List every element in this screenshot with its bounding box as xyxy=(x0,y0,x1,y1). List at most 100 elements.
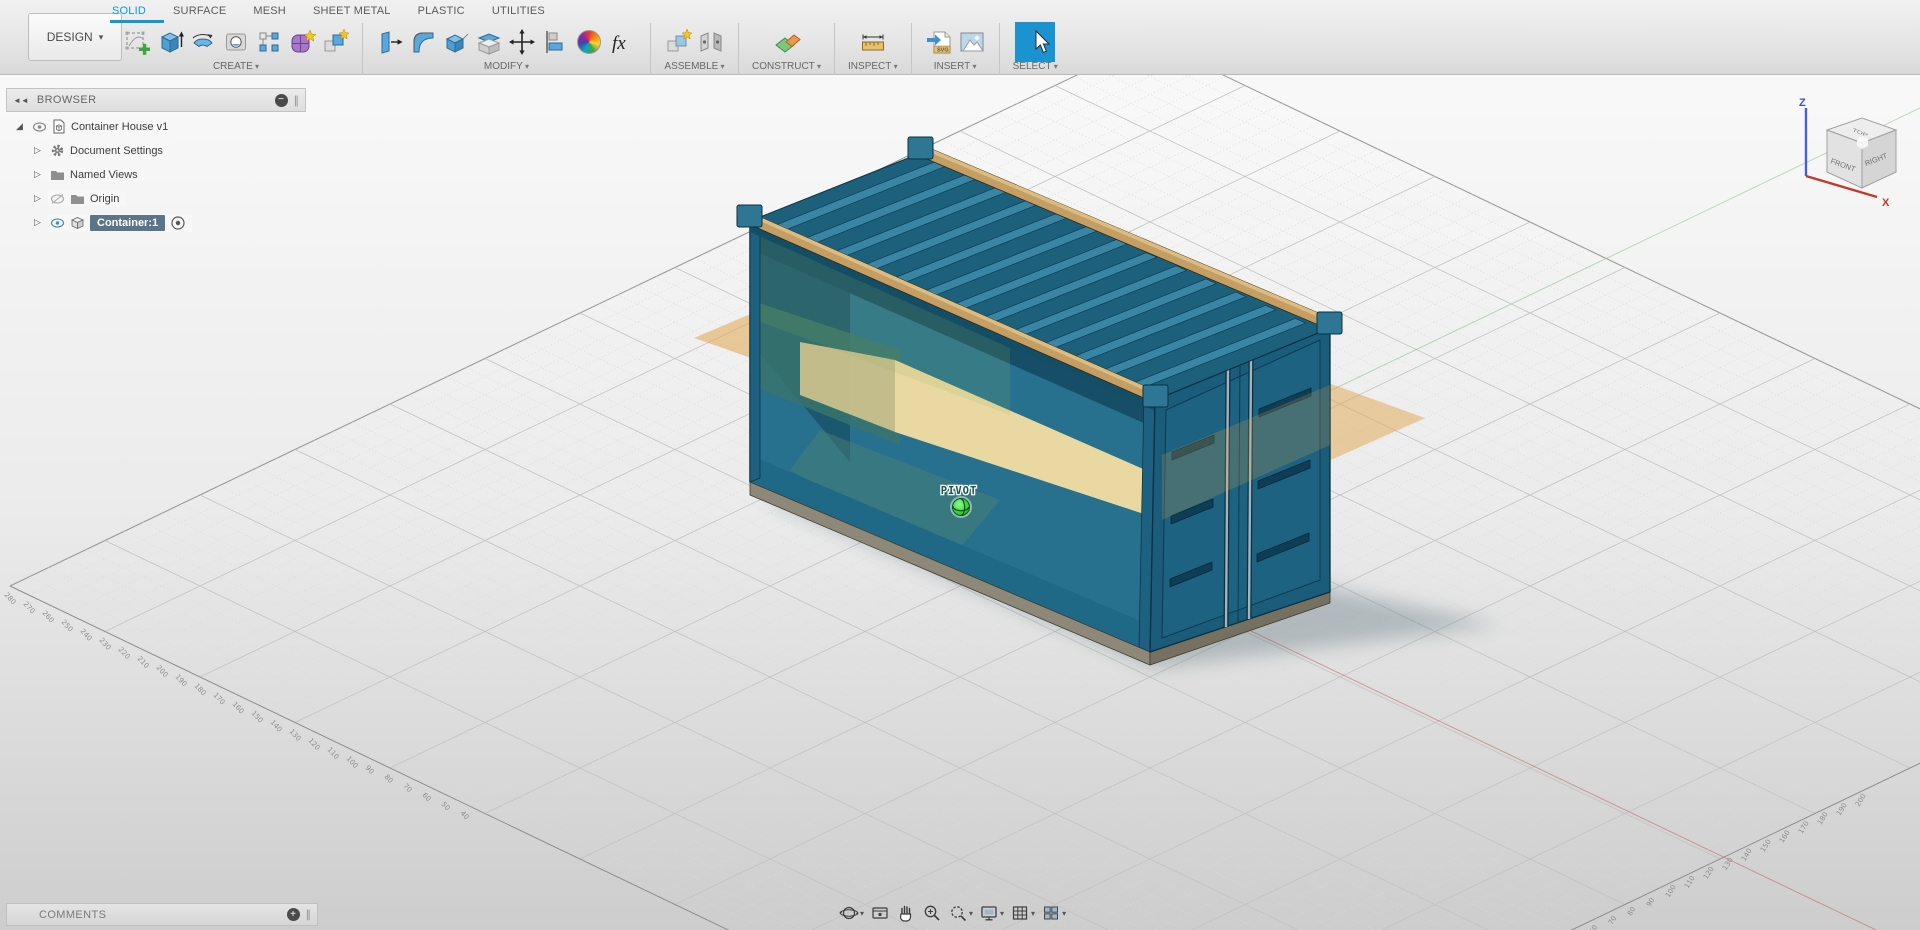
press-pull-icon[interactable] xyxy=(376,28,404,56)
create-sketch-icon[interactable] xyxy=(123,28,151,56)
viewports-button[interactable]: ▾ xyxy=(1040,902,1067,924)
chamfer-icon[interactable] xyxy=(442,28,470,56)
expand-arrow-icon[interactable]: ▷ xyxy=(34,193,48,204)
dropdown-caret-icon[interactable]: ▾ xyxy=(1000,909,1004,918)
insert-svg-icon[interactable]: SVG xyxy=(925,28,953,56)
group-label-construct[interactable]: CONSTRUCT xyxy=(752,61,821,72)
comments-panel[interactable]: COMMENTS + ∥ xyxy=(6,903,318,926)
measure-icon[interactable] xyxy=(859,28,887,56)
tree-item-label[interactable]: Container House v1 xyxy=(71,121,168,133)
window-zoom-button[interactable]: ▾ xyxy=(947,902,974,924)
tree-item-root[interactable]: ◢ Container House v1 xyxy=(6,116,306,137)
tab-mesh[interactable]: MESH xyxy=(253,5,286,17)
tree-item-label[interactable]: Named Views xyxy=(70,169,138,181)
grid-settings-button[interactable]: ▾ xyxy=(1009,902,1036,924)
dropdown-caret-icon[interactable]: ▾ xyxy=(1031,909,1035,918)
group-label-select[interactable]: SELECT xyxy=(1013,61,1058,72)
group-select: SELECT xyxy=(1000,21,1071,72)
panel-drag-handle[interactable]: ∥ xyxy=(306,908,312,921)
new-component-icon[interactable] xyxy=(664,27,692,56)
top-toolbar: DESIGN SOLID SURFACE MESH SHEET METAL PL… xyxy=(0,0,1920,75)
display-settings-icon xyxy=(981,906,997,921)
tab-utilities[interactable]: UTILITIES xyxy=(492,5,545,17)
tab-surface[interactable]: SURFACE xyxy=(173,5,226,17)
appearance-icon[interactable] xyxy=(577,29,601,54)
joint-icon[interactable] xyxy=(697,28,725,56)
expand-arrow-icon[interactable]: ◢ xyxy=(16,121,30,132)
fillet-icon[interactable] xyxy=(409,28,437,56)
canvas-icon[interactable] xyxy=(958,28,986,56)
tab-plastic[interactable]: PLASTIC xyxy=(418,5,465,17)
construction-plane-icon[interactable] xyxy=(773,28,801,56)
pan-hand-icon xyxy=(899,905,912,922)
revolve-icon[interactable] xyxy=(189,28,217,56)
browser-header[interactable]: ◄◄ BROWSER − ∥ xyxy=(6,88,306,112)
extrude-icon[interactable] xyxy=(156,28,184,56)
tab-solid[interactable]: SOLID xyxy=(112,5,146,17)
change-parameters-icon[interactable]: fx xyxy=(609,28,637,56)
group-create: CREATE xyxy=(110,23,362,72)
align-icon[interactable] xyxy=(541,28,569,56)
group-inspect: INSPECT xyxy=(835,23,911,72)
panel-drag-handle[interactable]: ∥ xyxy=(294,94,300,107)
group-construct: CONSTRUCT xyxy=(739,23,834,72)
front-left-post xyxy=(749,220,761,483)
browser-panel: ◄◄ BROWSER − ∥ ◢ Container House v1 ▷ Do… xyxy=(6,88,306,236)
combine-bodies-icon[interactable] xyxy=(321,27,349,56)
hole-icon[interactable] xyxy=(222,28,250,56)
component-icon xyxy=(71,217,84,230)
expand-arrow-icon[interactable]: ▷ xyxy=(34,169,48,180)
display-settings-button[interactable]: ▾ xyxy=(978,902,1005,924)
orbit-icon xyxy=(839,906,859,920)
pivot-ball[interactable] xyxy=(952,498,970,516)
fusion-360-window: PIVOT Z X TOP FRONT RIGHT 280 270 260 250 24… xyxy=(0,0,1920,930)
rectangular-pattern-icon[interactable] xyxy=(255,28,283,56)
shell-icon[interactable] xyxy=(475,28,503,56)
folder-icon xyxy=(71,195,84,204)
group-label-insert[interactable]: INSERT xyxy=(934,61,977,72)
group-insert: SVG INSERT xyxy=(912,23,999,72)
window-zoom-icon xyxy=(951,906,967,922)
look-at-button[interactable] xyxy=(869,902,891,924)
dropdown-caret-icon[interactable]: ▾ xyxy=(969,909,973,918)
svg-text:fx: fx xyxy=(612,33,626,54)
zoom-button[interactable] xyxy=(921,902,943,924)
collapse-panel-icon[interactable]: ◄◄ xyxy=(13,96,29,105)
dropdown-caret-icon[interactable]: ▾ xyxy=(1062,909,1066,918)
activate-component-radio-icon[interactable] xyxy=(170,215,186,231)
dropdown-caret-icon[interactable]: ▾ xyxy=(860,909,864,918)
group-label-create[interactable]: CREATE xyxy=(213,61,259,72)
visibility-eye-icon[interactable] xyxy=(50,217,65,229)
navigation-bar: ▾ ▾ ▾ ▾ ▾ xyxy=(838,901,1067,925)
visibility-off-eye-icon[interactable] xyxy=(50,193,65,205)
tree-item-label[interactable]: Origin xyxy=(90,193,119,205)
select-icon[interactable] xyxy=(1015,21,1056,62)
workspace-selector-button[interactable]: DESIGN xyxy=(28,13,122,61)
pan-button[interactable] xyxy=(895,902,917,924)
folder-icon xyxy=(51,171,64,180)
look-at-icon xyxy=(872,907,888,919)
tree-item-named-views[interactable]: ▷ Named Views xyxy=(6,164,306,185)
zoom-icon xyxy=(924,905,940,921)
create-form-icon[interactable] xyxy=(288,28,316,56)
tree-item-origin[interactable]: ▷ Origin xyxy=(6,188,306,209)
group-label-modify[interactable]: MODIFY xyxy=(484,61,529,72)
minimize-panel-icon[interactable]: − xyxy=(274,93,288,107)
group-assemble: ASSEMBLE xyxy=(651,23,738,72)
group-label-inspect[interactable]: INSPECT xyxy=(848,61,898,72)
visibility-eye-icon[interactable] xyxy=(32,121,47,133)
expand-arrow-icon[interactable]: ▷ xyxy=(34,217,48,228)
viewports-icon xyxy=(1044,906,1059,920)
pivot-label: PIVOT xyxy=(941,485,978,497)
add-comment-icon[interactable]: + xyxy=(286,908,300,921)
tree-item-container-selected[interactable]: ▷ Container:1 xyxy=(6,212,306,233)
group-label-assemble[interactable]: ASSEMBLE xyxy=(664,61,724,72)
tree-item-label[interactable]: Document Settings xyxy=(70,145,163,157)
viewcube-x-label: X xyxy=(1882,197,1890,209)
move-copy-icon[interactable] xyxy=(508,28,536,56)
expand-arrow-icon[interactable]: ▷ xyxy=(34,145,48,156)
tree-item-label[interactable]: Container:1 xyxy=(90,214,166,231)
tree-item-document-settings[interactable]: ▷ Document Settings xyxy=(6,140,306,161)
orbit-button[interactable]: ▾ xyxy=(838,902,865,924)
tab-sheet-metal[interactable]: SHEET METAL xyxy=(313,5,391,17)
